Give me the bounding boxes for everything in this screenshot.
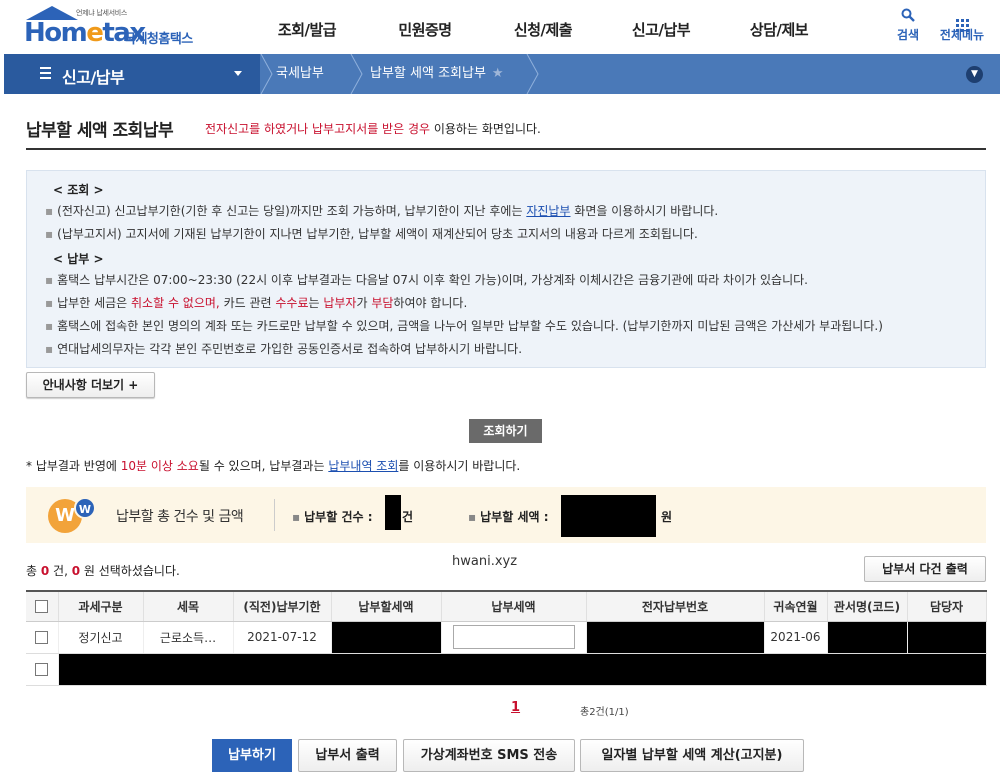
subtitle-rest: 이용하는 화면입니다. (430, 122, 541, 136)
daily-calc-button[interactable]: 일자별 납부할 세액 계산(고지분) (580, 739, 804, 772)
all-menu-button[interactable]: 전체메뉴 (934, 8, 990, 43)
count-label: ▪ 납부할 건수 : (292, 510, 373, 524)
global-nav: 조회/발급 민원증명 신청/제출 신고/납부 상담/제보 (248, 0, 838, 54)
hometax-logo[interactable]: 언제냐 납세서비스 Hometax 국세청홈택스 (24, 6, 214, 48)
section-menu-dropdown[interactable]: 신고/납부 (4, 54, 260, 94)
pay-button[interactable]: 납부하기 (212, 739, 292, 772)
selection-summary: 총 0 건, 0 원 선택하셨습니다. (26, 564, 180, 578)
favorite-star-icon[interactable]: ★ (492, 66, 504, 81)
guide-heading-payment: < 납부 > (53, 252, 104, 266)
row-checkbox[interactable] (35, 663, 49, 676)
sms-account-button[interactable]: 가상계좌번호 SMS 전송 (403, 739, 575, 772)
cell-pay-amount (441, 621, 587, 654)
page-number[interactable]: 1 (511, 700, 520, 715)
breadcrumb-current-page[interactable]: 납부할 세액 조회납부 ★ (370, 54, 504, 94)
total-count: 총2건(1/1) (580, 707, 629, 718)
search-icon (893, 8, 923, 26)
gnb-item-filing[interactable]: 신고/납부 (602, 0, 720, 54)
self-payment-link[interactable]: 자진납부 (526, 204, 570, 218)
top-header: 언제냐 납세서비스 Hometax 국세청홈택스 조회/발급 민원증명 신청/제… (0, 0, 1000, 54)
guide-line: ▪ (납부고지서) 고지서에 기재된 납부기한이 지나면 납부기한, 납부할 세액… (45, 227, 698, 241)
subtitle-highlight: 전자신고를 하였거나 납부고지서를 받은 경우 (205, 122, 431, 136)
amount-unit: 원 (661, 510, 673, 524)
breadcrumb-national-tax-payment[interactable]: 국세납부 (276, 54, 324, 94)
breadcrumb-chevron-icon (350, 54, 363, 94)
table-row: 정기신고 근로소득… 2021-07-12 2021-06 (26, 621, 987, 654)
all-menu-label: 전체메뉴 (939, 28, 985, 42)
search-label: 검색 (896, 28, 920, 42)
hamburger-icon (40, 67, 51, 82)
amount-redacted (561, 495, 656, 537)
section-menu-label: 신고/납부 (62, 68, 125, 87)
guide-line: ▪ 납부한 세금은 취소할 수 없으며, 카드 관련 수수료는 납부자가 부담하여… (45, 296, 468, 310)
cell-category: 정기신고 (58, 621, 144, 654)
breadcrumb-chevron-icon (260, 54, 273, 94)
count-redacted (385, 495, 401, 530)
summary-divider (274, 499, 275, 531)
col-tax-item: 세목 (143, 590, 234, 622)
redacted-row (58, 653, 987, 686)
cell-office (827, 621, 908, 654)
gnb-item-inquiry[interactable]: 조회/발급 (248, 0, 366, 54)
caret-down-icon (234, 71, 242, 76)
select-all-checkbox[interactable] (35, 600, 49, 614)
payment-table: 과세구분 세목 (직전)납부기한 납부할세액 납부세액 전자납부번호 귀속연월 … (26, 590, 987, 686)
table-header-row: 과세구분 세목 (직전)납부기한 납부할세액 납부세액 전자납부번호 귀속연월 … (26, 590, 987, 622)
col-officer: 담당자 (907, 590, 987, 622)
chevron-down-icon[interactable]: ▼ (966, 66, 983, 83)
gnb-item-application[interactable]: 신청/제출 (484, 0, 602, 54)
cell-tax-item: 근로소득… (143, 621, 234, 654)
breadcrumb-chevron-icon (526, 54, 539, 94)
amount-label: ▪ 납부할 세액 : (468, 510, 549, 524)
cell-payment-number (586, 621, 765, 654)
grid-menu-icon (934, 8, 990, 32)
logo-korean-name: 국세청홈택스 (124, 32, 193, 47)
inquire-button[interactable]: 조회하기 (469, 419, 542, 443)
gnb-item-consult[interactable]: 상담/제보 (720, 0, 838, 54)
guide-heading-inquiry: < 조회 > (53, 183, 104, 197)
guide-line: ▪ 연대납세의무자는 각각 본인 주민번호로 가입한 공동인증서로 접속하여 납부… (45, 342, 523, 356)
summary-box: W W 납부할 총 건수 및 금액 ▪ 납부할 건수 : 건 ▪ 납부할 세액 : … (26, 487, 986, 543)
col-due-date: (직전)납부기한 (233, 590, 332, 622)
search-button[interactable]: 검색 (893, 8, 923, 43)
cell-amount-due (331, 621, 442, 654)
more-guide-button[interactable]: 안내사항 더보기 + (26, 372, 155, 398)
cell-due-date: 2021-07-12 (233, 621, 332, 654)
col-period: 귀속연월 (764, 590, 828, 622)
guide-line: ▪ 홈택스에 접속한 본인 명의의 계좌 또는 카드로만 납부할 수 있으며, 금… (45, 319, 883, 333)
guide-line: ▪ (전자신고) 신고납부기한(기한 후 신고는 당일)까지만 조회 가능하며, … (45, 204, 719, 218)
summary-title: 납부할 총 건수 및 금액 (116, 509, 244, 525)
location-bar: 신고/납부 국세납부 납부할 세액 조회납부 ★ ▼ (4, 54, 1000, 94)
watermark-text: hwani.xyz (452, 554, 518, 569)
won-badge-icon: W (74, 497, 96, 519)
guide-box: < 조회 > ▪ (전자신고) 신고납부기한(기한 후 신고는 당일)까지만 조회… (26, 170, 986, 368)
col-tax-category: 과세구분 (58, 590, 144, 622)
col-amount-due: 납부할세액 (331, 590, 442, 622)
col-office: 관서명(코드) (827, 590, 908, 622)
cell-officer (907, 621, 987, 654)
guide-line: ▪ 홈택스 납부시간은 07:00~23:30 (22시 이후 납부결과는 다음날… (45, 273, 808, 287)
payment-history-link[interactable]: 납부내역 조회 (328, 459, 398, 473)
col-payment-number: 전자납부번호 (586, 590, 765, 622)
page-title: 납부할 세액 조회납부 (26, 121, 174, 141)
page-subtitle: 전자신고를 하였거나 납부고지서를 받은 경우 이용하는 화면입니다. (205, 120, 541, 137)
select-all-cell (26, 590, 59, 622)
breadcrumb-current-label: 납부할 세액 조회납부 (370, 66, 486, 81)
table-row (26, 653, 987, 686)
row-checkbox[interactable] (35, 631, 49, 644)
print-bill-button[interactable]: 납부서 출력 (298, 739, 397, 772)
col-pay-amount: 납부세액 (441, 590, 587, 622)
logo-tagline: 언제냐 납세서비스 (76, 9, 128, 17)
title-divider (26, 148, 986, 150)
pay-amount-input[interactable] (452, 625, 575, 649)
cell-period: 2021-06 (764, 621, 828, 654)
result-notice: * 납부결과 반영에 10분 이상 소요될 수 있으며, 납부결과는 납부내역 … (26, 459, 521, 473)
count-unit: 건 (402, 510, 414, 524)
multi-print-button[interactable]: 납부서 다건 출력 (864, 556, 986, 582)
gnb-item-certificate[interactable]: 민원증명 (366, 0, 484, 54)
